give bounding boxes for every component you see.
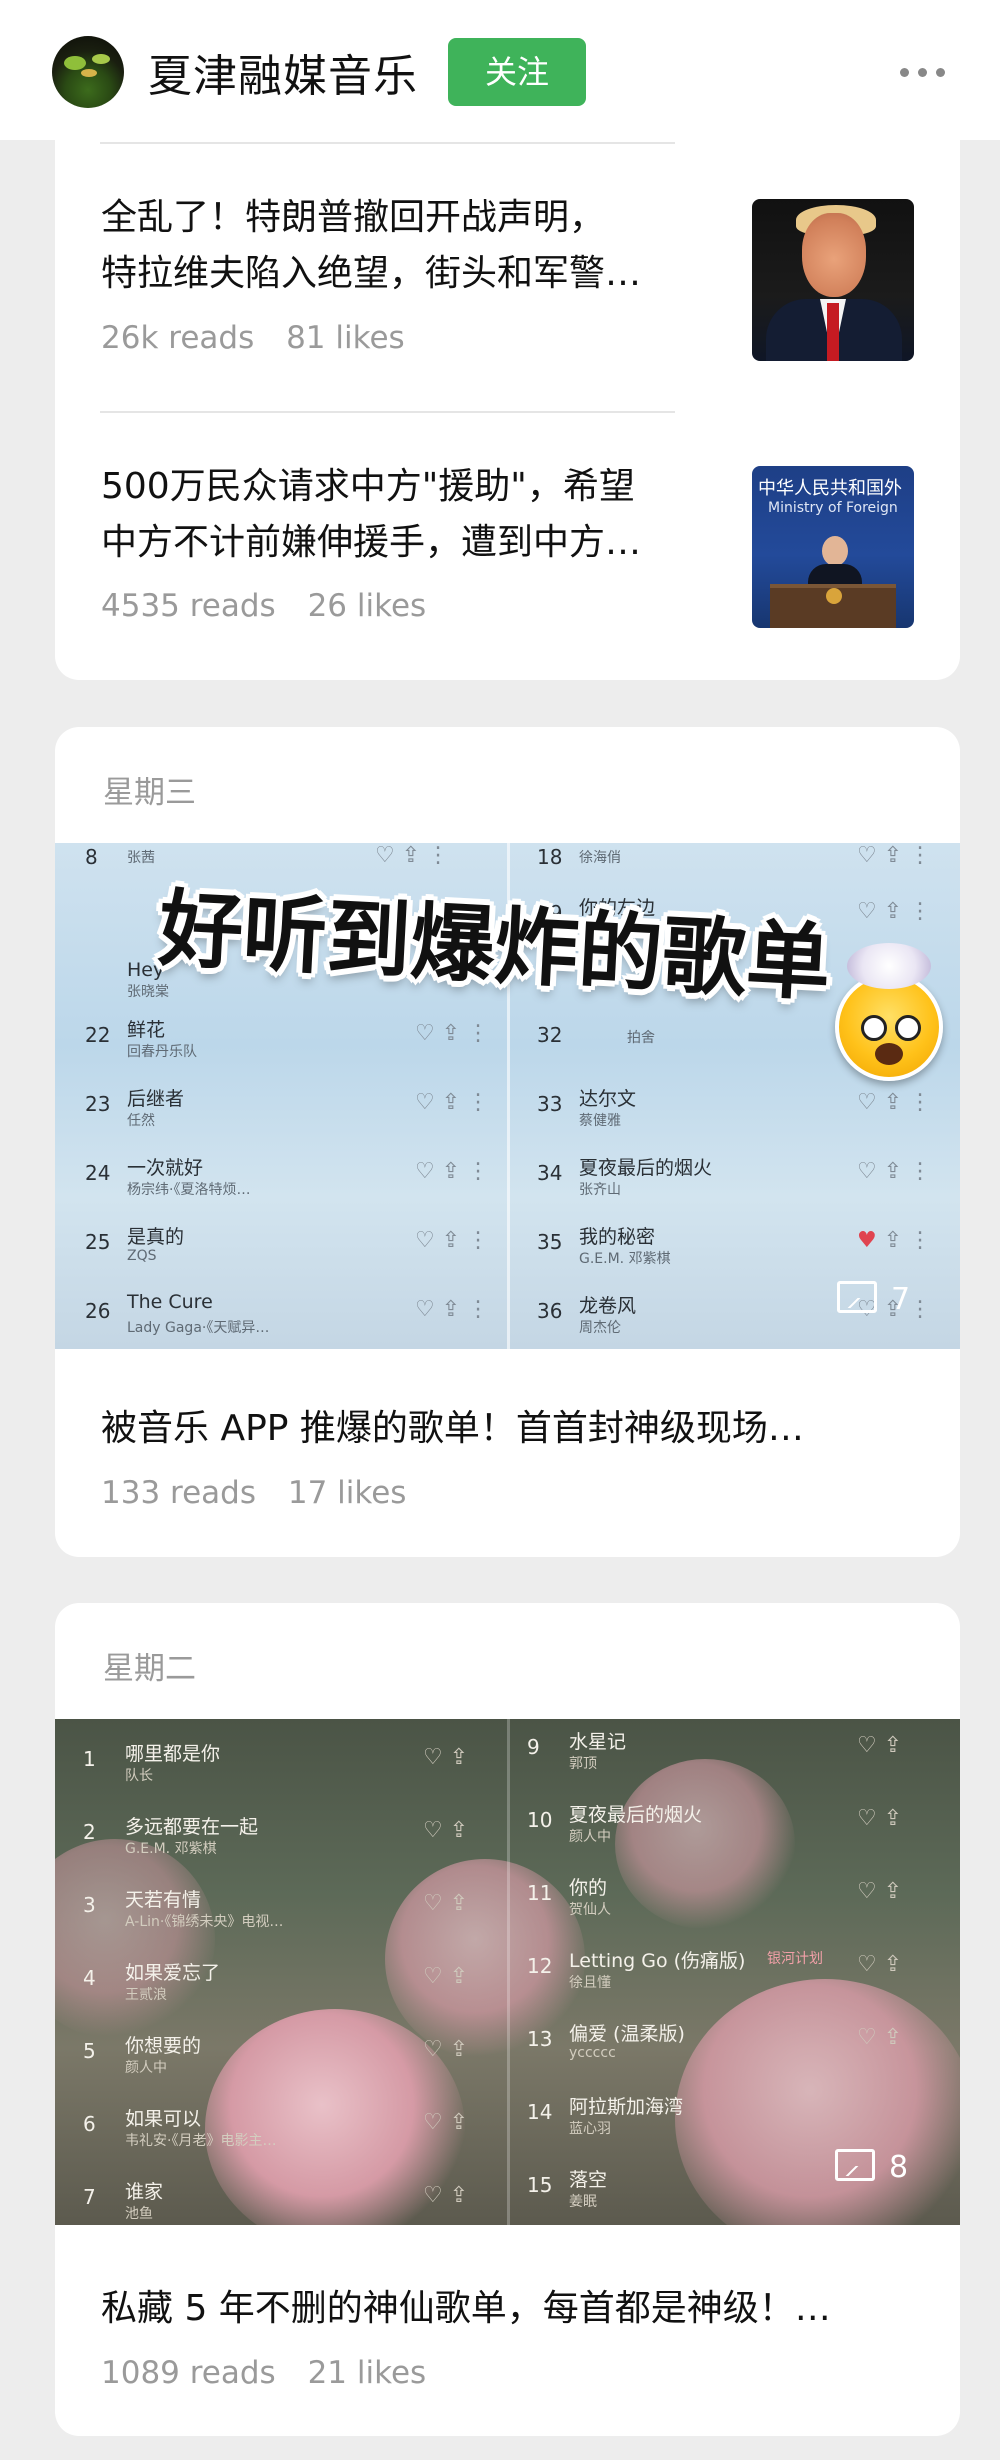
likes-count: 26 likes <box>307 588 427 624</box>
list-item: 24 一次就好 杨宗纬·《夏洛特烦… ♡ ⇪ ⋮ <box>85 1157 490 1198</box>
divider <box>100 411 675 413</box>
account-header: 夏津融媒音乐 关注 <box>0 0 1000 140</box>
reads-count: 1089 reads <box>101 2355 276 2391</box>
list-item: 1 哪里都是你 队长 ♡ ⇪ <box>83 1743 469 1784</box>
list-item: 33 达尔文 蔡健雅 ♡ ⇪ ⋮ <box>537 1088 932 1129</box>
reads-count: 26k reads <box>101 320 255 356</box>
list-item: 14 阿拉斯加海湾 蓝心羽 <box>527 2096 684 2137</box>
likes-count: 17 likes <box>287 1475 407 1511</box>
list-item: 6 如果可以 韦礼安·《月老》电影主… ♡ ⇪ <box>83 2108 469 2149</box>
reads-count: 133 reads <box>101 1475 256 1511</box>
post-day-label: 星期三 <box>103 775 196 811</box>
list-item: 22 鲜花 回春丹乐队 ♡ ⇪ ⋮ <box>85 1019 490 1060</box>
list-item: 9 水星记 郭顶 ♡ ⇪ <box>527 1731 903 1772</box>
article-stats: 26k reads 81 likes <box>101 320 427 356</box>
post-day-label: 星期二 <box>103 1651 196 1687</box>
list-item: 5 你想要的 颜人中 ♡ ⇪ <box>83 2035 469 2076</box>
list-item: 25 是真的 ZQS ♡ ⇪ ⋮ <box>85 1226 490 1264</box>
list-item: 7 谁家 池鱼 ♡ ⇪ <box>83 2181 469 2222</box>
list-item: 34 夏夜最后的烟火 张齐山 ♡ ⇪ ⋮ <box>537 1157 932 1198</box>
likes-count: 81 likes <box>286 320 405 356</box>
post-stats: 1089 reads 21 likes <box>101 2355 448 2391</box>
article-thumbnail-press-conference[interactable]: 中华人民共和国外 Ministry of Foreign <box>752 466 914 628</box>
post-title[interactable]: 被音乐 APP 推爆的歌单！首首封神级现场… <box>101 1399 921 1451</box>
post-card-wednesday[interactable]: 星期三 8 张茜 ♡ ⇪ ⋮ Hey 张晓棠 22 鲜花 回春丹乐队 ♡ ⇪ ⋮… <box>55 727 960 1557</box>
likes-count: 21 likes <box>307 2355 427 2391</box>
article-list-card: 全乱了！特朗普撤回开战声明， 特拉维夫陷入绝望，街头和军警… 26k reads… <box>55 110 960 680</box>
more-options-icon[interactable] <box>898 52 948 92</box>
article-title[interactable]: 全乱了！特朗普撤回开战声明， 特拉维夫陷入绝望，街头和军警… <box>101 190 701 302</box>
post-card-tuesday[interactable]: 星期二 1 哪里都是你 队长 ♡ ⇪ 2 多远都要在一起 G.E.M. 邓紫棋 … <box>55 1603 960 2436</box>
thumbnail-caption: 中华人民共和国外 <box>758 478 902 499</box>
divider <box>100 142 675 144</box>
image-count-badge: 7 <box>837 1281 910 1317</box>
list-item: 2 多远都要在一起 G.E.M. 邓紫棋 ♡ ⇪ <box>83 1816 469 1857</box>
list-item: 12 Letting Go (伤痛版) 银河计划 徐且懂 ♡ ⇪ <box>527 1950 903 1991</box>
list-item: 35 我的秘密 G.E.M. 邓紫棋 ♥ ⇪ ⋮ <box>537 1226 932 1267</box>
list-item: 13 偏爱 (温柔版) yccccc ♡ ⇪ <box>527 2023 903 2061</box>
list-item: 4 如果爱忘了 王贰浪 ♡ ⇪ <box>83 1962 469 2003</box>
article-thumbnail-trump[interactable] <box>752 199 914 361</box>
list-item: 3 天若有情 A-Lin·《锦绣未央》电视… ♡ ⇪ <box>83 1889 469 1930</box>
post-cover-image[interactable]: 8 张茜 ♡ ⇪ ⋮ Hey 张晓棠 22 鲜花 回春丹乐队 ♡ ⇪ ⋮ 23 … <box>55 843 960 1349</box>
image-gallery-icon <box>835 2149 875 2181</box>
post-title[interactable]: 私藏 5 年不删的神仙歌单，每首都是神级！… <box>101 2279 921 2331</box>
article-title[interactable]: 500万民众请求中方"援助"，希望 中方不计前嫌伸援手，遭到中方… <box>101 459 701 571</box>
follow-button[interactable]: 关注 <box>448 38 586 106</box>
post-cover-image[interactable]: 1 哪里都是你 队长 ♡ ⇪ 2 多远都要在一起 G.E.M. 邓紫棋 ♡ ⇪ … <box>55 1719 960 2225</box>
exploding-head-emoji-icon <box>835 943 943 1081</box>
article-stats: 4535 reads 26 likes <box>101 588 448 624</box>
account-name[interactable]: 夏津融媒音乐 <box>148 40 418 104</box>
list-item: 11 你的 贺仙人 ♡ ⇪ <box>527 1877 903 1918</box>
list-item: 26 The Cure Lady Gaga·《天赋异… ♡ ⇪ ⋮ <box>85 1291 490 1336</box>
song-badge: 银河计划 <box>767 1951 823 1967</box>
image-count-badge: 8 <box>835 2149 908 2185</box>
list-item: 23 后继者 任然 ♡ ⇪ ⋮ <box>85 1088 490 1129</box>
thumbnail-caption: Ministry of Foreign <box>768 500 898 516</box>
reads-count: 4535 reads <box>101 588 276 624</box>
list-item: 10 夏夜最后的烟火 颜人中 ♡ ⇪ <box>527 1804 903 1845</box>
post-stats: 133 reads 17 likes <box>101 1475 428 1511</box>
image-gallery-icon <box>837 1281 877 1313</box>
account-avatar[interactable] <box>52 36 124 108</box>
